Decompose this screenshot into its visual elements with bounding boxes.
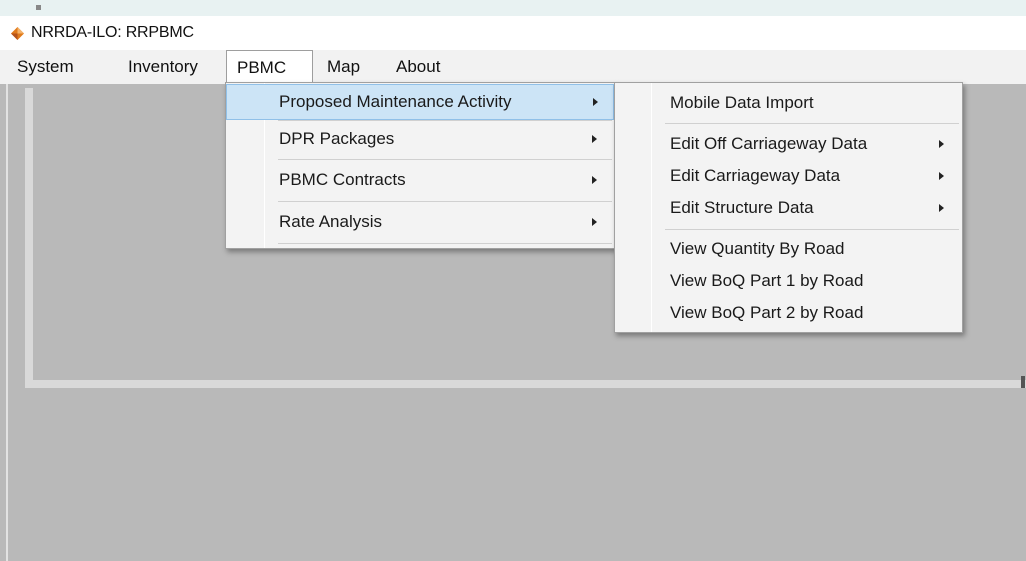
submenu-arrow-icon (593, 98, 598, 106)
menu-item-label: View BoQ Part 1 by Road (670, 271, 864, 290)
maintenance-activity-submenu: Mobile Data Import Edit Off Carriageway … (614, 82, 963, 333)
menu-separator (278, 201, 612, 202)
menu-item-view-boq-part-2-by-road[interactable]: View BoQ Part 2 by Road (615, 297, 962, 329)
submenu-arrow-icon (939, 172, 944, 180)
submenu-arrow-icon (592, 135, 597, 143)
menu-separator (278, 243, 612, 244)
menu-separator (665, 123, 959, 124)
content-left-border (6, 84, 8, 561)
submenu-arrow-icon (592, 176, 597, 184)
menu-item-label: PBMC Contracts (279, 170, 406, 189)
submenu-arrow-icon (939, 140, 944, 148)
right-edge-marker (1021, 376, 1025, 388)
menu-pbmc[interactable]: PBMC (226, 50, 313, 84)
menu-item-label: View BoQ Part 2 by Road (670, 303, 864, 322)
menu-item-label: Edit Carriageway Data (670, 166, 841, 185)
title-bar: NRRDA-ILO: RRPBMC (0, 16, 1026, 50)
window-title: NRRDA-ILO: RRPBMC (31, 24, 194, 41)
menu-item-proposed-maintenance-activity[interactable]: Proposed Maintenance Activity (226, 84, 614, 120)
menu-item-mobile-data-import[interactable]: Mobile Data Import (615, 85, 962, 121)
menu-item-label: Edit Structure Data (670, 198, 814, 217)
menu-item-edit-carriageway-data[interactable]: Edit Carriageway Data (615, 159, 962, 193)
menu-bar: System Inventory PBMC Map About (0, 50, 1026, 84)
window-top-strip (0, 0, 1026, 16)
menu-item-view-boq-part-1-by-road[interactable]: View BoQ Part 1 by Road (615, 265, 962, 297)
menu-item-view-quantity-by-road[interactable]: View Quantity By Road (615, 233, 962, 265)
menu-about[interactable]: About (396, 50, 440, 84)
menu-separator (665, 229, 959, 230)
menu-separator (278, 159, 612, 160)
menu-item-dpr-packages[interactable]: DPR Packages (226, 121, 614, 157)
menu-item-rate-analysis[interactable]: Rate Analysis (226, 204, 614, 240)
menu-system[interactable]: System (17, 50, 74, 84)
menu-item-edit-off-carriageway-data[interactable]: Edit Off Carriageway Data (615, 127, 962, 161)
menu-item-label: Edit Off Carriageway Data (670, 134, 868, 153)
menu-item-pbmc-contracts[interactable]: PBMC Contracts (226, 162, 614, 198)
top-strip-mark (36, 5, 41, 10)
app-diamond-icon (11, 27, 24, 40)
menu-item-label: DPR Packages (279, 129, 395, 148)
pbmc-dropdown-menu: Proposed Maintenance Activity DPR Packag… (225, 82, 616, 249)
menu-map[interactable]: Map (327, 50, 360, 84)
menu-item-label: View Quantity By Road (670, 239, 845, 258)
menu-item-edit-structure-data[interactable]: Edit Structure Data (615, 191, 962, 225)
submenu-arrow-icon (939, 204, 944, 212)
menu-item-label: Mobile Data Import (670, 93, 814, 112)
submenu-arrow-icon (592, 218, 597, 226)
menu-item-label: Proposed Maintenance Activity (279, 92, 512, 111)
menu-inventory[interactable]: Inventory (128, 50, 198, 84)
menu-item-label: Rate Analysis (279, 212, 382, 231)
